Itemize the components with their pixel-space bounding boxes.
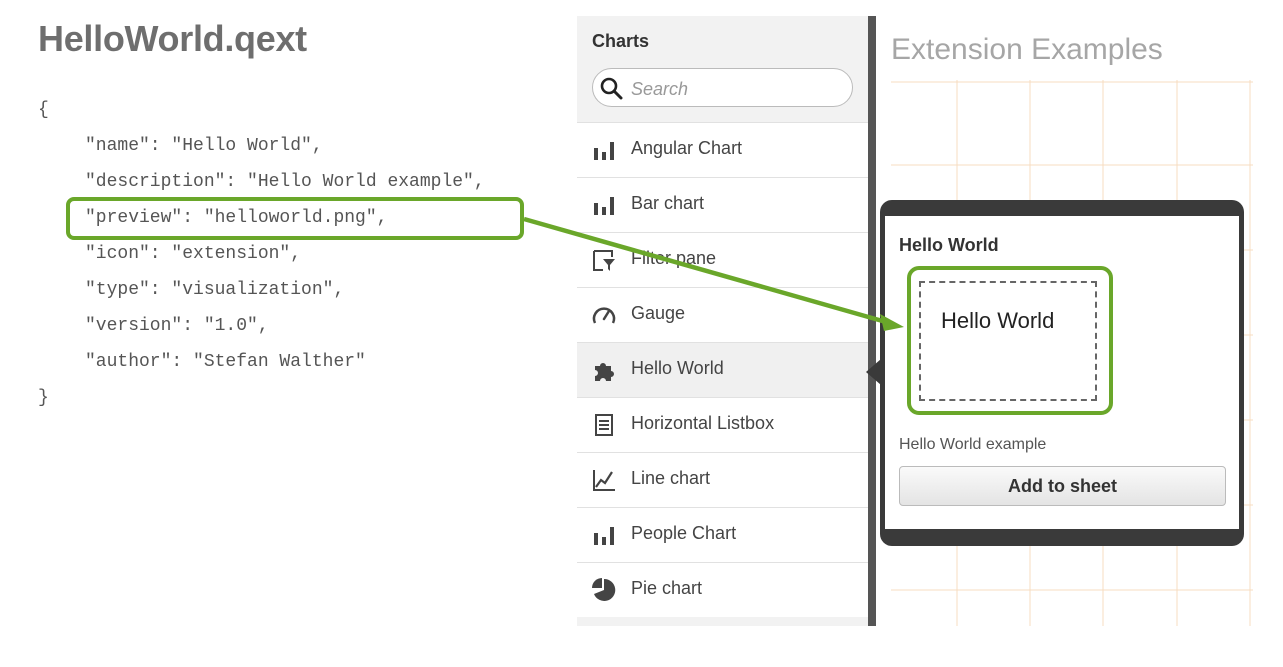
gauge-icon — [592, 307, 616, 324]
chart-item-filter-pane[interactable]: Filter pane — [577, 232, 868, 287]
chart-item-pie-chart[interactable]: Pie chart — [577, 562, 868, 617]
chart-item-gauge[interactable]: Gauge — [577, 287, 868, 342]
chart-item-label: Filter pane — [631, 248, 717, 268]
preview-line-highlight — [66, 197, 524, 240]
chart-list: Angular Chart Bar chart Filter pane Gaug… — [577, 122, 868, 617]
slide-title: HelloWorld.qext — [38, 18, 307, 59]
code-line: "icon": "extension", — [85, 244, 302, 264]
search-input[interactable] — [629, 75, 843, 103]
charts-header: Charts — [592, 31, 650, 51]
bar-chart-icon — [594, 527, 614, 545]
code-line: "author": "Stefan Walther" — [85, 352, 366, 372]
listbox-icon — [595, 414, 613, 436]
bar-chart-icon — [594, 197, 614, 215]
chart-item-label: Line chart — [631, 468, 711, 488]
chart-item-label: Horizontal Listbox — [631, 413, 775, 433]
chart-item-bar-chart[interactable]: Bar chart — [577, 177, 868, 232]
code-line: "type": "visualization", — [85, 280, 345, 300]
chart-item-people-chart[interactable]: People Chart — [577, 507, 868, 562]
panel-divider[interactable] — [868, 16, 876, 626]
chart-item-horizontal-listbox[interactable]: Horizontal Listbox — [577, 397, 868, 452]
preview-image-text: Hello World — [941, 308, 1055, 333]
charts-panel: Charts Angular Chart Bar chart Filter pa — [577, 16, 868, 626]
chart-item-label: Pie chart — [631, 578, 703, 598]
chart-item-label: Angular Chart — [631, 138, 743, 158]
chart-item-line-chart[interactable]: Line chart — [577, 452, 868, 507]
code-line: "description": "Hello World example", — [85, 172, 485, 192]
add-to-sheet-button[interactable]: Add to sheet — [899, 466, 1226, 506]
bar-chart-icon — [594, 142, 614, 160]
code-line: "version": "1.0", — [85, 316, 269, 336]
code-line: "name": "Hello World", — [85, 136, 323, 156]
line-chart-icon — [593, 470, 615, 491]
code-line: } — [38, 388, 49, 408]
sheet-title: Extension Examples — [891, 33, 1163, 66]
chart-item-label: Hello World — [631, 358, 724, 378]
pie-chart-icon — [592, 578, 616, 601]
popover-pointer — [866, 359, 881, 385]
preview-image — [919, 281, 1097, 401]
chart-item-angular-chart[interactable]: Angular Chart — [577, 122, 868, 177]
popover-title: Hello World — [899, 235, 999, 255]
code-line: { — [38, 100, 49, 120]
chart-item-label: Bar chart — [631, 193, 705, 213]
popover-body: Hello World Hello World Hello World exam… — [885, 216, 1239, 529]
search-box[interactable] — [592, 68, 853, 107]
extension-puzzle-icon — [595, 363, 614, 381]
extension-preview-popover: Hello World Hello World Hello World exam… — [880, 200, 1244, 546]
chart-item-label: Gauge — [631, 303, 686, 323]
popover-description: Hello World example — [899, 436, 1047, 453]
chart-item-hello-world[interactable]: Hello World — [577, 342, 868, 397]
search-icon — [600, 77, 623, 100]
chart-item-label: People Chart — [631, 523, 737, 543]
filter-pane-icon — [593, 250, 615, 271]
